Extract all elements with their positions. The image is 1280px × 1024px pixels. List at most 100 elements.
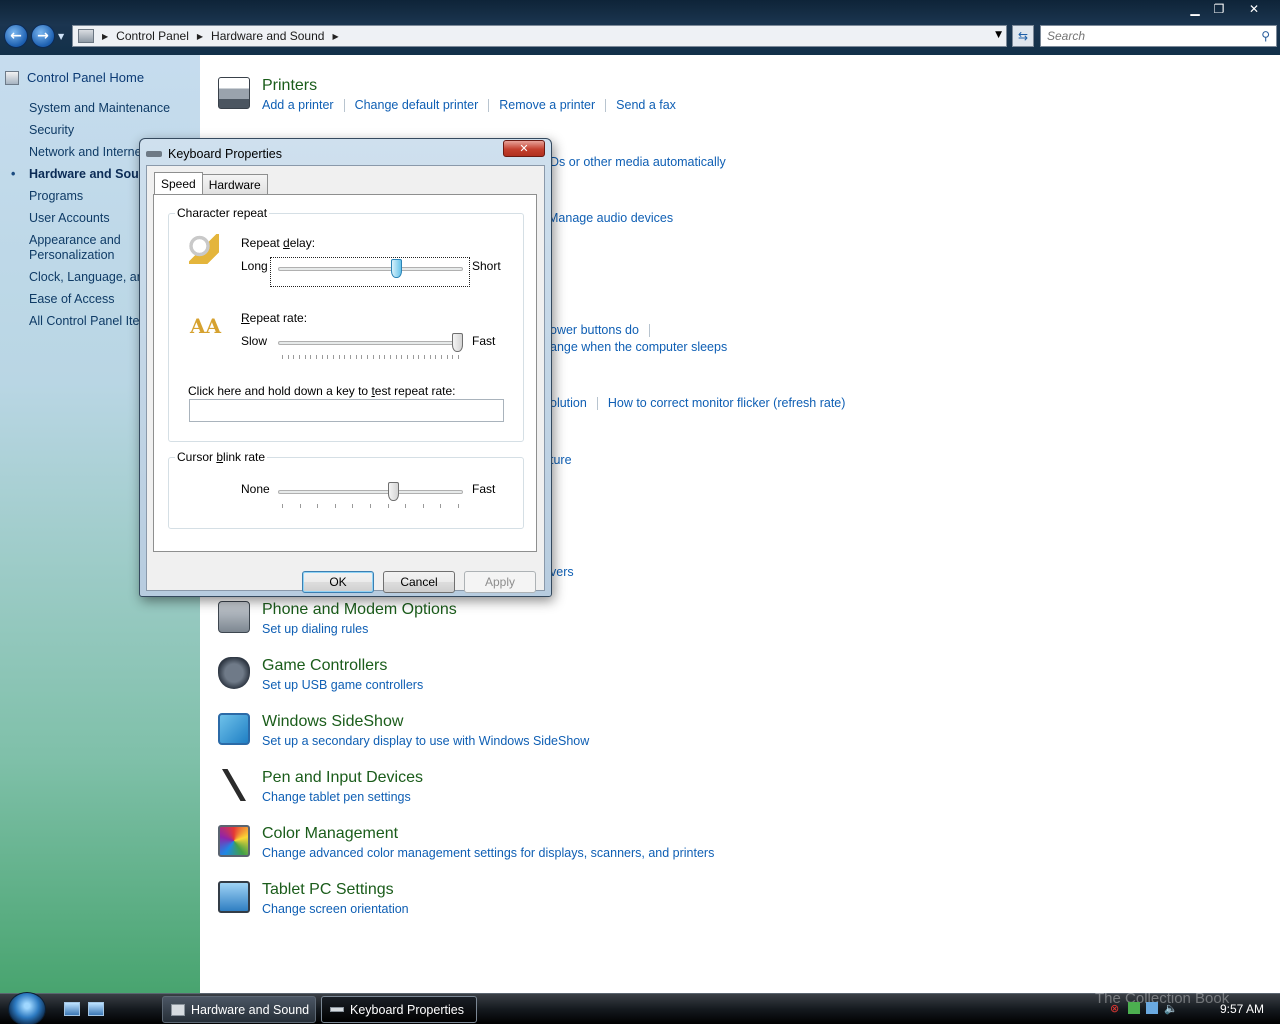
set-up-usb-game-controllers-link[interactable]: Set up USB game controllers	[262, 678, 423, 692]
tab-speed[interactable]: Speed	[154, 172, 203, 194]
send-fax-link[interactable]: Send a fax	[616, 98, 676, 112]
taskbar-button-keyboard-properties[interactable]: Keyboard Properties	[321, 996, 477, 1023]
category-title[interactable]: Windows SideShow	[262, 713, 403, 731]
back-arrow-icon: ←	[10, 28, 22, 44]
device-manager-link-fragment[interactable]: vers	[550, 565, 574, 579]
slider-tick	[440, 504, 441, 508]
clock[interactable]: 9:57 AM	[1220, 1002, 1264, 1016]
pen-icon[interactable]	[218, 769, 250, 801]
slider-thumb[interactable]	[391, 259, 402, 278]
set-up-secondary-display-link[interactable]: Set up a secondary display to use with W…	[262, 734, 589, 748]
address-bar[interactable]: ▶ Control Panel ▶ Hardware and Sound ▶ ▼	[72, 25, 1007, 47]
search-input[interactable]	[1041, 26, 1241, 46]
category-title[interactable]: Phone and Modem Options	[262, 601, 457, 619]
phone-modem-icon[interactable]	[218, 601, 250, 633]
recent-pages-chevron-icon[interactable]: ▼	[58, 32, 64, 41]
tablet-pc-icon[interactable]	[218, 881, 250, 913]
advanced-color-settings-link[interactable]: Change advanced color management setting…	[262, 846, 714, 860]
category-title[interactable]: Printers	[262, 77, 317, 95]
address-dropdown-icon[interactable]: ▼	[995, 30, 1002, 40]
test-repeat-input[interactable]	[190, 400, 503, 421]
monitor-flicker-link[interactable]: How to correct monitor flicker (refresh …	[608, 396, 846, 410]
security-alert-icon[interactable]: ⊗	[1110, 1002, 1122, 1015]
minimize-icon[interactable]: ▁	[1183, 0, 1207, 17]
volume-icon[interactable]: 🔈	[1164, 1002, 1178, 1015]
sidebar-item-system-maintenance[interactable]: System and Maintenance	[29, 101, 199, 116]
forward-button[interactable]: →	[31, 24, 55, 48]
category-title[interactable]: Pen and Input Devices	[262, 769, 423, 787]
apply-button[interactable]: Apply	[464, 571, 536, 593]
color-management-icon[interactable]	[218, 825, 250, 857]
category-links: Add a printer Change default printer Remov…	[262, 98, 676, 113]
breadcrumb-chevron-icon[interactable]: ▶	[102, 32, 108, 41]
label-text: Cursor	[177, 450, 217, 464]
slider-tick	[405, 504, 406, 508]
autoplay-link-fragment[interactable]: Ds or other media automatically	[550, 155, 726, 169]
network-icon[interactable]	[1146, 1002, 1158, 1014]
cursor-blink-group: Cursor blink rate None Fast	[168, 450, 524, 529]
sideshow-icon[interactable]	[218, 713, 250, 745]
slider-tick	[407, 355, 408, 359]
slider-track	[278, 341, 463, 345]
set-up-dialing-rules-link[interactable]: Set up dialing rules	[262, 622, 368, 636]
slider-thumb[interactable]	[452, 333, 463, 352]
search-icon[interactable]: ⚲	[1261, 29, 1270, 43]
taskbar-button-label: Keyboard Properties	[350, 1002, 464, 1017]
printer-icon[interactable]	[218, 77, 250, 109]
tab-hardware[interactable]: Hardware	[201, 174, 268, 194]
slider-thumb[interactable]	[388, 482, 399, 501]
repeat-delay-slider[interactable]	[278, 259, 463, 278]
power-link-fragment-2[interactable]: ange when the computer sleeps	[550, 340, 727, 354]
sidebar-item-appearance[interactable]: Appearance and Personalization	[29, 233, 124, 263]
slider-tick	[435, 355, 436, 359]
breadcrumb-hardware-and-sound[interactable]: Hardware and Sound	[211, 29, 324, 43]
slider-track	[278, 490, 463, 494]
search-box[interactable]: ⚲	[1040, 25, 1277, 47]
power-buttons-link[interactable]: ower buttons do	[550, 323, 639, 337]
start-button[interactable]	[8, 992, 46, 1024]
breadcrumb-chevron-icon[interactable]: ▶	[332, 32, 338, 41]
switch-windows-icon[interactable]	[88, 1002, 104, 1016]
add-printer-link[interactable]: Add a printer	[262, 98, 334, 112]
refresh-button[interactable]: ⇆	[1012, 25, 1034, 47]
breadcrumb-control-panel[interactable]: Control Panel	[116, 29, 189, 43]
sidebar-item-security[interactable]: Security	[29, 123, 199, 138]
change-screen-orientation-link[interactable]: Change screen orientation	[262, 902, 409, 916]
slider-tick	[316, 355, 317, 359]
resolution-link[interactable]: olution	[550, 396, 587, 410]
label-text: epeat rate:	[249, 311, 308, 325]
category-title[interactable]: Tablet PC Settings	[262, 881, 394, 899]
remove-printer-link[interactable]: Remove a printer	[499, 98, 595, 112]
change-default-printer-link[interactable]: Change default printer	[355, 98, 479, 112]
game-controller-icon[interactable]	[218, 657, 250, 689]
sound-link-fragment[interactable]: Manage audio devices	[548, 211, 673, 225]
restore-icon[interactable]: ❐	[1207, 0, 1231, 17]
ok-button[interactable]: OK	[302, 571, 374, 593]
show-desktop-icon[interactable]	[64, 1002, 80, 1016]
category-title[interactable]: Color Management	[262, 825, 398, 843]
slider-tick	[327, 355, 328, 359]
windows-defender-icon[interactable]	[1128, 1002, 1140, 1014]
taskbar-button-hardware-sound[interactable]: Hardware and Sound	[162, 996, 316, 1023]
dialog-close-button[interactable]: ✕	[503, 140, 545, 157]
slider-tick	[452, 355, 453, 359]
dialog-title-bar[interactable]: Keyboard Properties	[146, 143, 282, 165]
personalize-link-fragment[interactable]: ture	[550, 453, 572, 467]
cursor-blink-legend: Cursor blink rate	[175, 450, 268, 464]
control-panel-home-link[interactable]: Control Panel Home	[5, 70, 144, 85]
close-icon[interactable]: ✕	[1231, 0, 1277, 17]
label-text: link rate	[223, 450, 266, 464]
cursor-blink-slider[interactable]	[278, 482, 463, 508]
category-title[interactable]: Game Controllers	[262, 657, 387, 675]
slider-tick	[339, 355, 340, 359]
back-button[interactable]: ←	[4, 24, 28, 48]
slider-tick	[356, 355, 357, 359]
label-text: est repeat rate:	[374, 384, 456, 398]
cancel-button[interactable]: Cancel	[383, 571, 455, 593]
category-links: Set up USB game controllers	[262, 678, 423, 692]
change-tablet-pen-settings-link[interactable]: Change tablet pen settings	[262, 790, 411, 804]
repeat-rate-slow-label: Slow	[241, 334, 268, 348]
test-repeat-box[interactable]	[189, 399, 504, 422]
repeat-rate-slider[interactable]	[278, 333, 463, 359]
breadcrumb-chevron-icon[interactable]: ▶	[197, 32, 203, 41]
